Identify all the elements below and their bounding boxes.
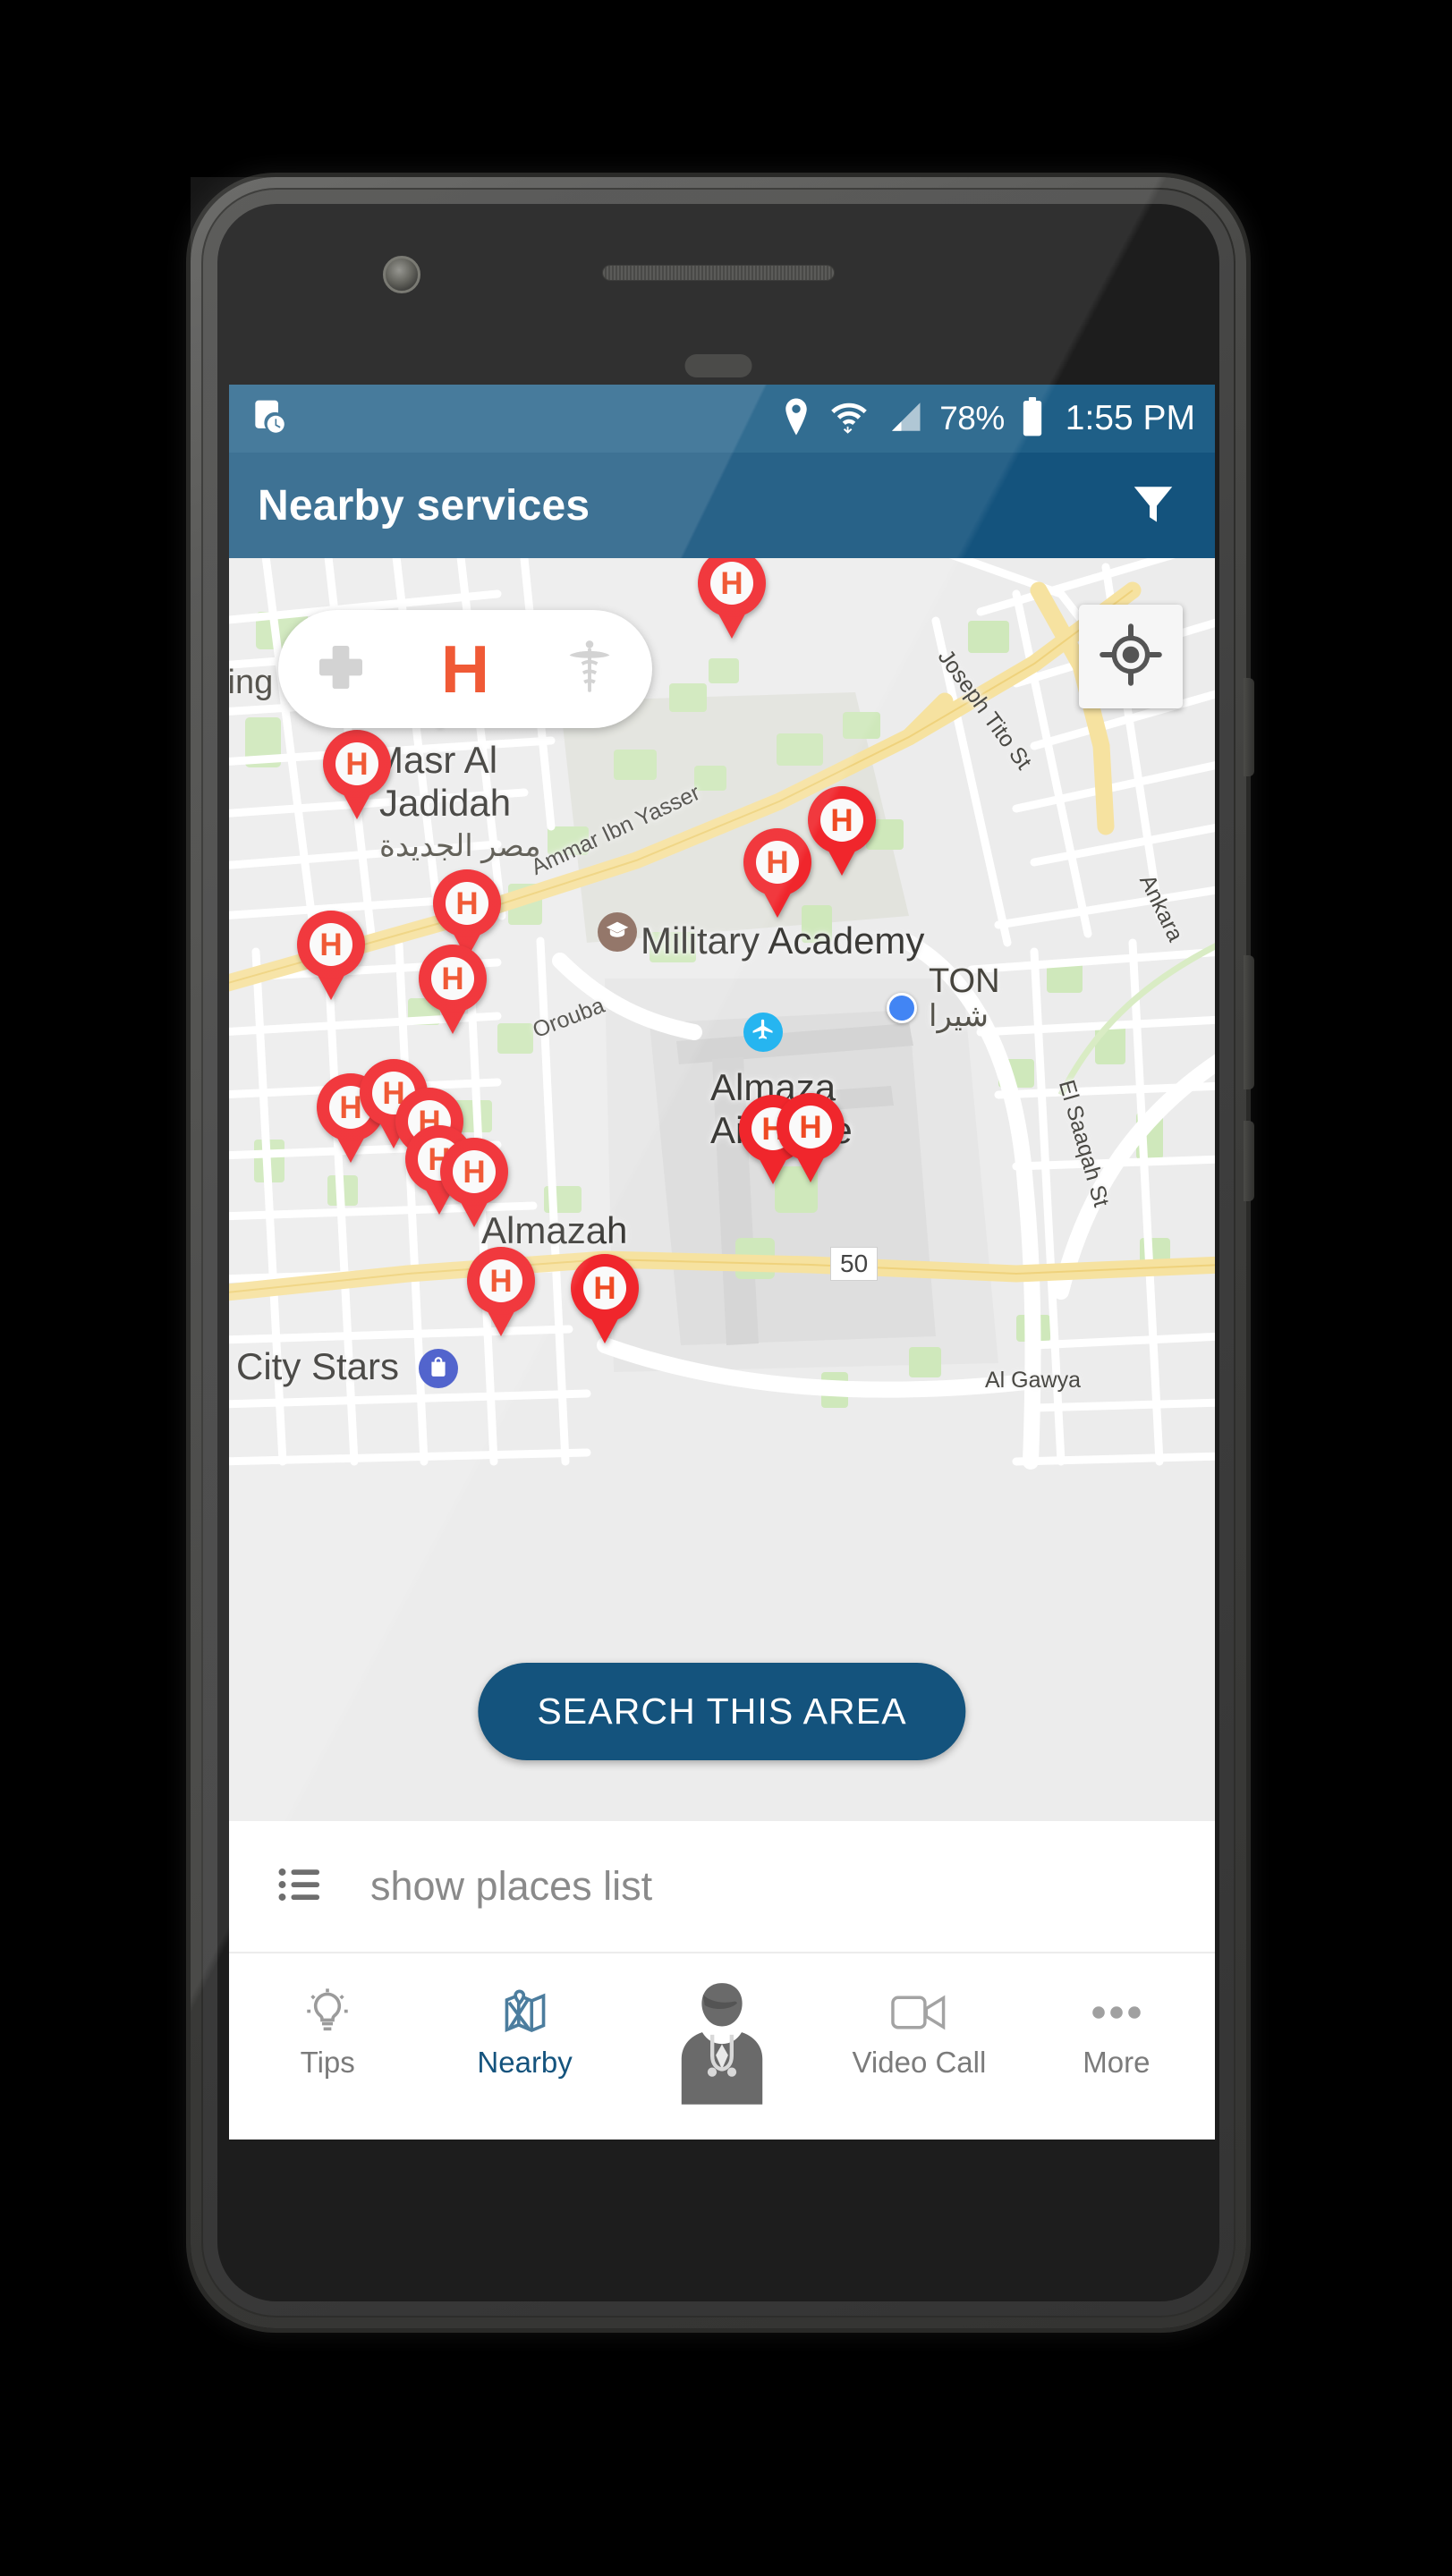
- nav-label-video-call: Video Call: [852, 2046, 987, 2079]
- status-clock: 1:55 PM: [1065, 399, 1195, 437]
- airplane-icon: [751, 1018, 776, 1047]
- hospital-pin-marker[interactable]: H: [743, 828, 811, 918]
- medical-cross-icon: [312, 639, 369, 700]
- bottom-navigation[interactable]: Tips Nearby Video Call More: [229, 1953, 1215, 2105]
- power-button[interactable]: [1244, 678, 1254, 776]
- hospital-pin-marker[interactable]: H: [297, 911, 365, 1000]
- pin-label: H: [480, 1259, 522, 1302]
- graduation-cap-icon: [605, 918, 630, 947]
- map-label: Al Gawya: [985, 1368, 1081, 1393]
- road-shield-label: 50: [830, 1247, 879, 1281]
- pin-label: H: [820, 799, 863, 842]
- hospital-pin-marker[interactable]: H: [777, 1093, 845, 1182]
- page-title: Nearby services: [258, 481, 590, 530]
- status-bar-right: 78% 1:55 PM: [780, 396, 1195, 441]
- location-pin-icon: [780, 397, 812, 441]
- nav-item-video-call[interactable]: Video Call: [820, 1953, 1017, 2104]
- show-places-list-label: show places list: [370, 1863, 653, 1909]
- nav-label-more: More: [1083, 2046, 1151, 2079]
- service-type-filter[interactable]: H: [278, 610, 652, 728]
- hospital-pin-marker[interactable]: H: [571, 1254, 639, 1343]
- more-dots-icon: [1090, 1985, 1143, 2040]
- hospital-pin-marker[interactable]: H: [323, 730, 391, 819]
- nav-item-nearby[interactable]: Nearby: [426, 1953, 623, 2104]
- poi-marker-almaza-air-base[interactable]: [743, 1013, 783, 1052]
- app-notification-icon: [249, 397, 288, 441]
- video-camera-icon: [890, 1985, 947, 2040]
- wifi-icon: [828, 397, 870, 441]
- shopping-bag-icon: [427, 1355, 450, 1383]
- map-label: Military Academy: [641, 919, 925, 962]
- map-label: City Stars: [236, 1345, 400, 1387]
- caduceus-icon: [564, 639, 616, 700]
- hospital-pin-marker[interactable]: H: [467, 1247, 535, 1336]
- front-camera-icon: [383, 256, 420, 293]
- map-label: مصر الجديدة: [379, 829, 541, 863]
- pin-label: H: [431, 957, 474, 1000]
- filter-button[interactable]: [1120, 472, 1186, 538]
- crosshair-location-icon: [1099, 623, 1163, 691]
- volume-down-button[interactable]: [1244, 1121, 1254, 1201]
- pin-label: H: [446, 882, 488, 925]
- app-bar: Nearby services: [229, 453, 1215, 558]
- pin-label: H: [756, 841, 799, 884]
- status-bar: 78% 1:55 PM: [229, 385, 1215, 453]
- pin-label: H: [583, 1267, 626, 1309]
- pin-label: H: [710, 562, 753, 605]
- nav-item-doctor[interactable]: [624, 1953, 820, 2105]
- volume-up-button[interactable]: [1244, 955, 1254, 1089]
- hospital-pin-marker[interactable]: H: [698, 558, 766, 639]
- phone-screen: 78% 1:55 PM Nearby services ing Masr Al …: [229, 385, 1215, 2140]
- map-fold-icon: [499, 1985, 551, 2040]
- lightbulb-icon: [301, 1985, 353, 2040]
- pin-label: H: [789, 1106, 832, 1148]
- nav-label-nearby: Nearby: [477, 2046, 573, 2079]
- my-location-button[interactable]: [1079, 605, 1183, 708]
- search-this-area-button[interactable]: SEARCH THIS AREA: [478, 1663, 966, 1760]
- earpiece-speaker-icon: [602, 265, 835, 281]
- filter-funnel-icon: [1126, 477, 1180, 535]
- list-bullet-icon: [276, 1860, 326, 1914]
- map-label: شيرا: [929, 999, 989, 1033]
- filter-option-doctor[interactable]: [545, 624, 634, 714]
- status-bar-left: [249, 397, 288, 441]
- home-sensor-icon: [684, 354, 752, 377]
- battery-percent-label: 78%: [939, 400, 1005, 436]
- battery-icon: [1021, 396, 1044, 441]
- hospital-h-icon: H: [440, 631, 490, 707]
- poi-marker-military-academy[interactable]: [598, 912, 637, 952]
- hospital-pin-marker[interactable]: H: [808, 786, 876, 876]
- nav-item-tips[interactable]: Tips: [229, 1953, 426, 2104]
- doctor-avatar-icon: [669, 1978, 775, 2109]
- hospital-pin-marker[interactable]: H: [419, 945, 487, 1034]
- pin-label: H: [453, 1150, 496, 1193]
- pin-label: H: [335, 742, 378, 785]
- poi-marker-city-stars[interactable]: [419, 1349, 458, 1388]
- filter-option-pharmacy[interactable]: [296, 624, 386, 714]
- nav-item-more[interactable]: More: [1018, 1953, 1215, 2104]
- pin-label: H: [310, 923, 352, 966]
- map-label: Masr Al: [372, 739, 498, 781]
- nav-label-tips: Tips: [300, 2046, 355, 2079]
- user-location-dot: [887, 993, 917, 1023]
- filter-option-hospital[interactable]: H: [420, 624, 510, 714]
- hospital-pin-marker[interactable]: H: [440, 1138, 508, 1227]
- map-label: Jadidah: [379, 782, 512, 824]
- cellular-signal-icon: [886, 398, 923, 440]
- map-label: TON: [929, 962, 1000, 1000]
- map-view[interactable]: ting ClubMasr AlJadidahمصر الجديدةAmmar …: [229, 558, 1215, 1821]
- show-places-list-row[interactable]: show places list: [229, 1821, 1215, 1953]
